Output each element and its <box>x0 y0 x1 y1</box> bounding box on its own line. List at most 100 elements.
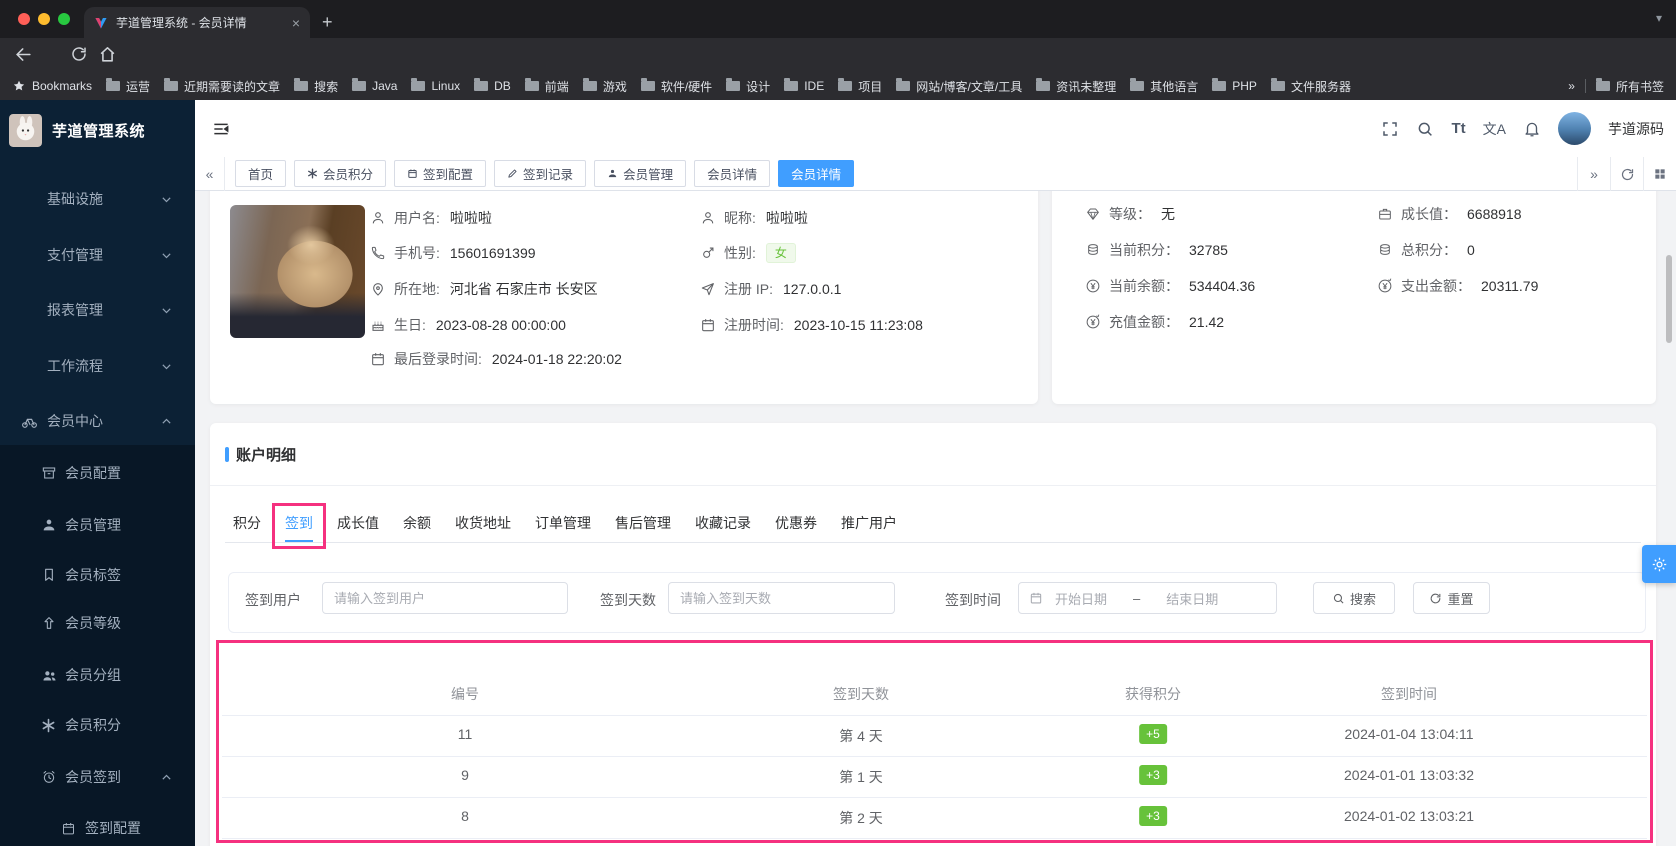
browser-toolbar: 127.0.0.1/member/user/detail/247 6 重新启动即… <box>0 38 1676 106</box>
account-tab-signin[interactable]: 签到 <box>272 503 326 549</box>
sidebar-item-member-points[interactable]: 会员积分 <box>0 705 195 745</box>
chevron-up-icon <box>161 772 172 783</box>
bookmark-folder[interactable]: PHP <box>1212 78 1257 93</box>
app-logo[interactable]: 芋道管理系统 <box>0 108 145 152</box>
account-tab-favorites[interactable]: 收藏记录 <box>695 505 751 542</box>
folder-icon <box>1036 78 1051 91</box>
user-avatar[interactable] <box>1558 112 1591 145</box>
account-tab-balance[interactable]: 余额 <box>403 505 431 542</box>
bookmark-folder[interactable]: 资讯未整理 <box>1036 78 1116 95</box>
home-icon[interactable] <box>98 45 117 64</box>
sidebar-item-member-tags[interactable]: 会员标签 <box>0 555 195 595</box>
language-icon[interactable]: 文A <box>1483 119 1506 139</box>
bookmark-folder[interactable]: DB <box>474 78 511 93</box>
reload-icon[interactable] <box>70 45 88 63</box>
page-tab-signin-config[interactable]: 签到配置 <box>394 160 487 187</box>
refresh-icon[interactable] <box>1610 157 1643 191</box>
font-size-icon[interactable]: Tt <box>1451 120 1465 137</box>
sidebar-item-member-config[interactable]: 会员配置 <box>0 453 195 493</box>
yen-arrow-circle-icon <box>1377 278 1393 294</box>
zoom-window-button[interactable] <box>58 13 70 25</box>
bell-icon[interactable] <box>1523 120 1541 138</box>
divider <box>1584 79 1586 93</box>
account-tab-referrals[interactable]: 推广用户 <box>841 505 897 542</box>
signin-time-range-picker[interactable]: 开始日期 – 结束日期 <box>1018 582 1277 614</box>
signin-days-input[interactable] <box>668 582 895 614</box>
menu-fold-icon[interactable] <box>211 119 231 139</box>
stat-total-points: 总积分： 0 <box>1377 240 1475 260</box>
start-date-placeholder: 开始日期 <box>1055 591 1108 607</box>
bookmark-folder[interactable]: 其他语言 <box>1130 78 1198 95</box>
sidebar-item-member-center[interactable]: 会员中心 <box>0 401 195 441</box>
account-tab-points[interactable]: 积分 <box>233 505 261 542</box>
points-badge: +3 <box>1139 806 1167 826</box>
bookmark-folder[interactable]: 网站/博客/文章/工具 <box>896 78 1022 95</box>
cell-time: 2024-01-02 13:03:21 <box>1344 808 1474 824</box>
bookmark-folder[interactable]: 运营 <box>106 78 150 95</box>
all-bookmarks[interactable]: 所有书签 <box>1595 78 1664 95</box>
stat-level: 等级：无 <box>1085 204 1175 224</box>
page-tab-member-points[interactable]: 会员积分 <box>294 160 387 187</box>
fullscreen-icon[interactable] <box>1381 120 1399 138</box>
bookmark-folder[interactable]: 设计 <box>726 78 770 95</box>
tabs-scroll-left[interactable]: « <box>195 156 225 191</box>
layout-grid-icon[interactable] <box>1643 157 1676 191</box>
bookmark-folder[interactable]: Java <box>352 78 397 93</box>
folder-icon <box>352 78 367 91</box>
sidebar-item-member-signin[interactable]: 会员签到 <box>0 757 195 797</box>
folder-icon <box>1595 78 1610 91</box>
page-tab-member-detail[interactable]: 会员详情 <box>694 160 771 187</box>
bookmark-folder[interactable]: 软件/硬件 <box>640 78 712 95</box>
bookmark-folder[interactable]: 项目 <box>838 78 882 95</box>
tabs-scroll-right[interactable]: » <box>1577 157 1610 191</box>
username[interactable]: 芋道源码 <box>1608 119 1664 139</box>
folder-icon <box>164 78 179 91</box>
folder-icon <box>726 78 741 91</box>
account-tab-orders[interactable]: 订单管理 <box>535 505 591 542</box>
bookmark-folder[interactable]: 文件服务器 <box>1270 78 1351 95</box>
sidebar-item-payment[interactable]: 支付管理 <box>0 235 195 275</box>
reset-button[interactable]: 重置 <box>1413 582 1490 614</box>
field-gender: 性别: 女 <box>700 243 796 263</box>
bookmark-folder[interactable]: 搜索 <box>294 78 338 95</box>
bookmark-folder[interactable]: IDE <box>784 78 824 93</box>
search-button[interactable]: 搜索 <box>1313 582 1395 614</box>
page-tab-signin-records[interactable]: 签到记录 <box>494 160 587 187</box>
account-tab-growth[interactable]: 成长值 <box>337 505 379 542</box>
sidebar-item-member-groups[interactable]: 会员分组 <box>0 655 195 695</box>
account-tab-coupons[interactable]: 优惠券 <box>775 505 817 542</box>
browser-tab[interactable]: 芋道管理系统 - 会员详情 × <box>84 7 310 38</box>
bookmarks-manager[interactable]: Bookmarks <box>12 79 92 93</box>
settings-drawer-button[interactable] <box>1642 545 1676 583</box>
bookmarks-right: » 所有书签 <box>1568 78 1664 95</box>
account-tab-address[interactable]: 收货地址 <box>455 505 511 542</box>
tab-close-icon[interactable]: × <box>292 15 300 31</box>
bookmarks-overflow-chevrons[interactable]: » <box>1568 79 1575 93</box>
page-tab-member-detail-active[interactable]: 会员详情 <box>778 160 855 187</box>
signin-user-input[interactable] <box>322 582 568 614</box>
bookmark-folder[interactable]: Linux <box>411 78 460 93</box>
alarm-clock-icon <box>41 769 57 785</box>
bookmark-folder[interactable]: 近期需要读的文章 <box>164 78 280 95</box>
sidebar-item-member-management[interactable]: 会员管理 <box>0 505 195 545</box>
sidebar-item-member-level[interactable]: 会员等级 <box>0 603 195 643</box>
bookmark-folder[interactable]: 前端 <box>524 78 569 95</box>
bookmark-folder[interactable]: 游戏 <box>582 78 627 95</box>
search-icon[interactable] <box>1416 120 1434 138</box>
back-icon[interactable] <box>14 45 33 64</box>
sidebar-item-infrastructure[interactable]: 基础设施 <box>0 179 195 219</box>
page-tab-member-management[interactable]: 会员管理 <box>594 160 687 187</box>
title-accent-bar <box>225 447 229 462</box>
sidebar-item-workflow[interactable]: 工作流程 <box>0 346 195 386</box>
close-window-button[interactable] <box>18 13 30 25</box>
sidebar-item-signin-config[interactable]: 签到配置 <box>0 808 195 846</box>
scrollbar-thumb[interactable] <box>1666 255 1672 343</box>
tab-list-chevron-icon[interactable]: ▾ <box>1656 11 1662 25</box>
filter-time-label: 签到时间 <box>945 592 1001 608</box>
account-tab-aftersale[interactable]: 售后管理 <box>615 505 671 542</box>
new-tab-button[interactable]: + <box>322 8 333 36</box>
gender-tag: 女 <box>765 243 796 263</box>
sidebar-item-reports[interactable]: 报表管理 <box>0 290 195 330</box>
page-tab-home[interactable]: 首页 <box>235 160 287 187</box>
minimize-window-button[interactable] <box>38 13 50 25</box>
